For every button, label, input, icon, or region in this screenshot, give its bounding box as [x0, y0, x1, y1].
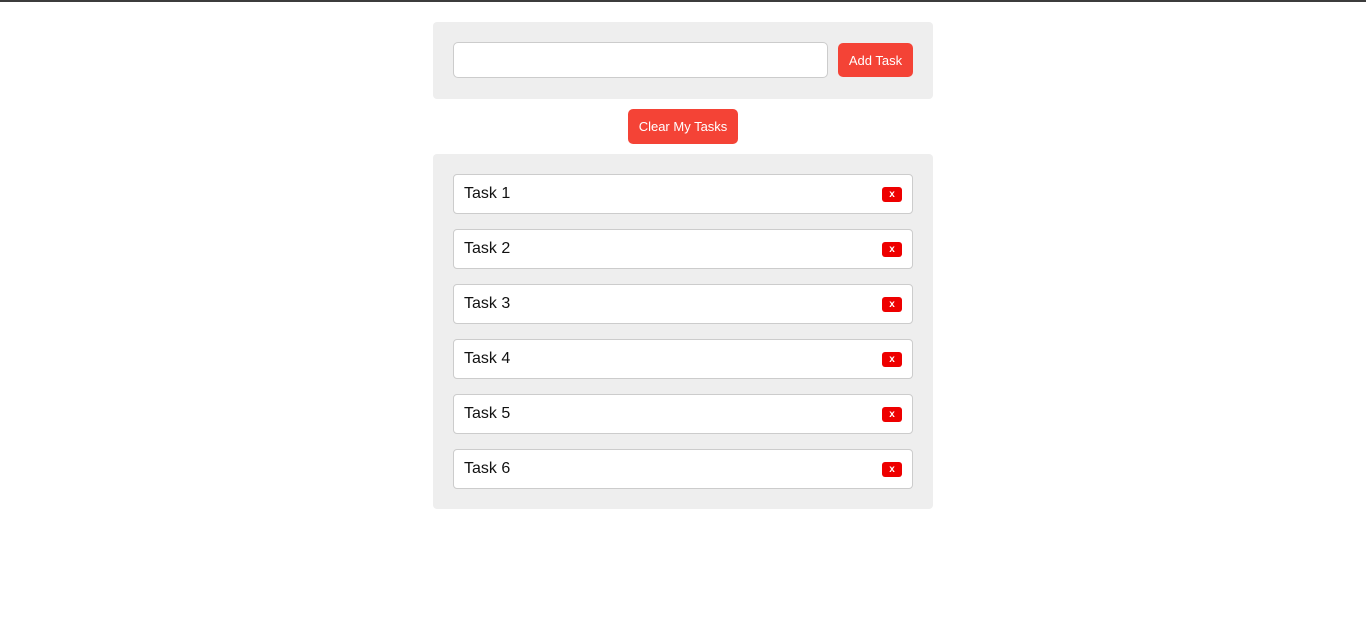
task-item: Task 4 x	[453, 339, 913, 379]
add-task-button[interactable]: Add Task	[838, 43, 913, 77]
task-item: Task 2 x	[453, 229, 913, 269]
task-item: Task 3 x	[453, 284, 913, 324]
task-item: Task 6 x	[453, 449, 913, 489]
task-input[interactable]	[453, 42, 828, 78]
task-label: Task 3	[464, 295, 511, 312]
delete-task-button[interactable]: x	[882, 297, 902, 312]
clear-tasks-button[interactable]: Clear My Tasks	[628, 109, 738, 144]
delete-task-button[interactable]: x	[882, 407, 902, 422]
task-label: Task 1	[464, 185, 511, 202]
delete-task-button[interactable]: x	[882, 352, 902, 367]
top-border	[0, 0, 1366, 2]
delete-task-button[interactable]: x	[882, 242, 902, 257]
delete-task-button[interactable]: x	[882, 187, 902, 202]
task-label: Task 6	[464, 460, 511, 477]
task-list: Task 1 x Task 2 x Task 3 x Task 4 x Task…	[433, 154, 933, 489]
add-task-panel: Add Task	[433, 22, 933, 99]
task-label: Task 2	[464, 240, 511, 257]
delete-task-button[interactable]: x	[882, 462, 902, 477]
task-label: Task 5	[464, 405, 511, 422]
task-list-panel: Task 1 x Task 2 x Task 3 x Task 4 x Task…	[433, 154, 933, 509]
task-item: Task 5 x	[453, 394, 913, 434]
task-item: Task 1 x	[453, 174, 913, 214]
task-label: Task 4	[464, 350, 511, 367]
